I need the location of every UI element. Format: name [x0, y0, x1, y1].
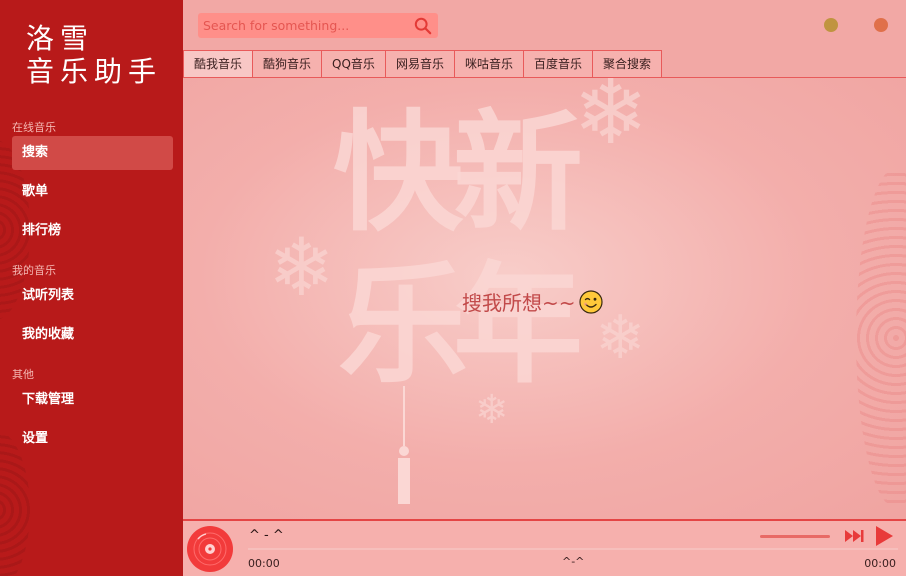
progress-bar[interactable]	[248, 548, 898, 550]
album-disc-icon[interactable]	[186, 525, 234, 573]
sidebar-item-downloads[interactable]: 下载管理	[12, 383, 173, 417]
sidebar-item-settings[interactable]: 设置	[12, 422, 173, 456]
background-papercut-decoration	[856, 168, 906, 508]
time-total: 00:00	[864, 557, 896, 570]
search-input[interactable]	[198, 13, 408, 38]
tab-kugou[interactable]: 酷狗音乐	[252, 50, 323, 78]
app-logo: 洛雪 音乐助手	[26, 22, 162, 88]
nav-group-my-music: 我的音乐	[12, 264, 56, 277]
tab-kuwo[interactable]: 酷我音乐	[183, 50, 254, 78]
background-char: 新	[453, 97, 584, 249]
play-icon[interactable]	[873, 525, 895, 547]
tab-baidu[interactable]: 百度音乐	[522, 50, 593, 78]
tab-netease[interactable]: 网易音乐	[384, 50, 455, 78]
background-char: 快	[333, 97, 464, 249]
tassel-decoration	[398, 386, 410, 504]
volume-slider[interactable]	[760, 535, 830, 538]
tab-qq[interactable]: QQ音乐	[321, 50, 386, 78]
logo-line-2: 音乐助手	[26, 55, 163, 88]
search-hint: 搜我所想~~	[462, 287, 603, 316]
sidebar-item-search[interactable]: 搜索	[12, 136, 173, 170]
player-bar: ^ - ^ 00:00 ^-^ 00:00	[183, 519, 906, 576]
snowflake-icon: ❄	[268, 221, 336, 314]
tab-aggregate[interactable]: 聚合搜索	[591, 50, 662, 78]
sidebar-item-leaderboard[interactable]: 排行榜	[12, 214, 173, 248]
source-tabs: 酷我音乐 酷狗音乐 QQ音乐 网易音乐 咪咕音乐 百度音乐 聚合搜索	[183, 50, 662, 78]
search-box	[198, 13, 438, 38]
snowflake-icon: ❄	[573, 78, 649, 165]
snowflake-icon: ❄	[595, 303, 646, 373]
nav-group-online: 在线音乐	[12, 121, 56, 134]
winking-face-icon	[578, 290, 603, 314]
artist-name: ^-^	[562, 555, 585, 568]
minimize-button[interactable]	[824, 18, 838, 32]
song-title: ^ - ^	[249, 528, 284, 543]
nav-group-other: 其他	[12, 368, 34, 381]
sidebar-item-play-list[interactable]: 试听列表	[12, 279, 173, 313]
sidebar-item-favorites[interactable]: 我的收藏	[12, 318, 173, 352]
time-current: 00:00	[248, 557, 280, 570]
search-hint-text: 搜我所想~~	[462, 291, 576, 315]
sidebar: 洛雪 音乐助手 在线音乐 搜索 歌单 排行榜 我的音乐 试听列表 我的收藏 其他…	[0, 0, 183, 576]
background-char: 年	[453, 249, 584, 401]
close-button[interactable]	[874, 18, 888, 32]
background-char: 乐	[338, 249, 469, 401]
tab-migu[interactable]: 咪咕音乐	[453, 50, 524, 78]
next-track-icon[interactable]	[844, 528, 866, 544]
logo-line-1: 洛雪	[26, 22, 95, 55]
search-icon[interactable]	[414, 17, 432, 35]
sidebar-item-songlist[interactable]: 歌单	[12, 175, 173, 209]
